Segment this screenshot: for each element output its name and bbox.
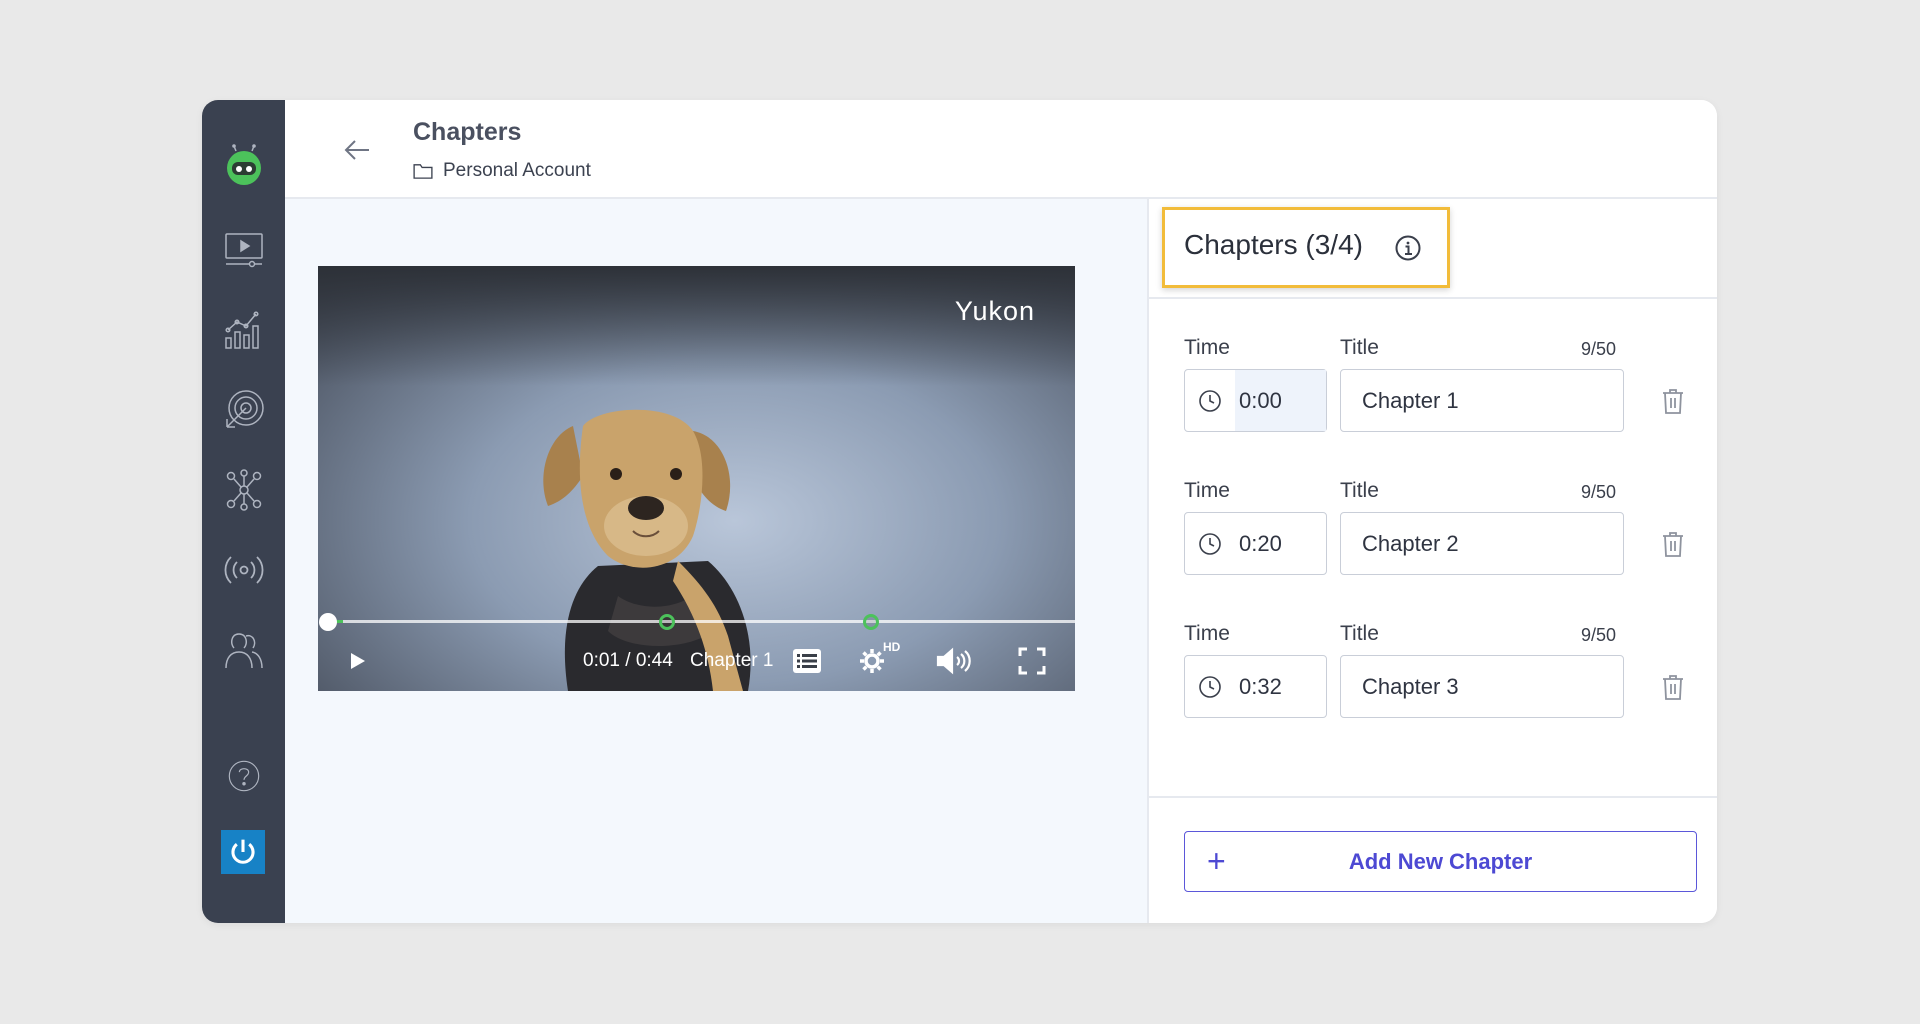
progress-knob[interactable] [319,613,337,631]
delete-chapter-button[interactable] [1658,386,1688,416]
progress-track[interactable] [326,620,1075,623]
folder-icon [413,164,433,179]
chapter-time-input[interactable]: 0:00 [1184,369,1327,432]
info-icon [1395,235,1421,261]
gear-icon [860,649,884,673]
target-icon[interactable] [202,380,285,440]
clock-icon [1199,675,1221,698]
time-label: Time [1184,479,1230,502]
title-label: Title [1340,622,1379,645]
player-controls: 0:01 / 0:44 Chapter 1 HD [318,636,1075,686]
panel-divider [1149,796,1717,798]
chapter-row: Time Title 9/50 0:20 Chapter 2 [1184,479,1704,609]
sidebar [202,100,285,923]
clock-icon [1199,532,1221,555]
integrations-icon[interactable] [202,460,285,520]
time-label: Time [1184,622,1230,645]
trash-icon [1663,532,1683,557]
title-label: Title [1340,479,1379,502]
chapters-list-button[interactable] [793,644,821,678]
fullscreen-button[interactable] [1018,644,1046,678]
fullscreen-icon [1018,647,1046,675]
chapter-marker[interactable] [863,614,880,630]
trash-icon [1663,389,1683,414]
logo-robot-icon[interactable] [202,130,285,200]
volume-icon [936,647,971,675]
delete-chapter-button[interactable] [1658,529,1688,559]
arrow-left-icon [344,140,369,160]
app-window: Chapters Personal Account Yukon 0:01 / 0… [202,100,1717,923]
chapters-count-title: Chapters (3/4) [1184,229,1363,260]
clock-icon [1199,389,1221,412]
live-broadcast-icon[interactable] [202,540,285,600]
video-title: Yukon [954,296,1035,326]
page-header: Chapters Personal Account [285,100,1717,199]
video-area: Yukon 0:01 / 0:44 Chapter 1 HD [285,199,1147,923]
breadcrumb-label: Personal Account [443,160,591,181]
chapter-row: Time Title 9/50 0:32 Chapter 3 [1184,622,1704,752]
title-char-counter: 9/50 [1581,482,1617,502]
title-label: Title [1340,336,1379,359]
title-char-counter: 9/50 [1581,339,1617,359]
info-button[interactable] [1394,234,1422,262]
help-icon[interactable] [202,746,285,806]
video-player[interactable]: Yukon 0:01 / 0:44 Chapter 1 HD [318,266,1075,691]
trash-icon [1663,675,1683,700]
video-library-icon[interactable] [202,220,285,280]
chapter-title-input[interactable]: Chapter 2 [1340,512,1624,575]
list-icon [793,649,821,673]
plus-icon: + [1207,843,1226,879]
chapter-time-input[interactable]: 0:20 [1184,512,1327,575]
add-new-chapter-label: Add New Chapter [1348,848,1533,874]
chapter-title-input[interactable]: Chapter 1 [1340,369,1624,432]
chapter-marker[interactable] [658,614,675,630]
time-label: Time [1184,336,1230,359]
chapter-time-input[interactable]: 0:32 [1184,655,1327,718]
chapters-panel: Chapters (3/4) Time Title 9/50 0:00 Chap… [1147,199,1717,923]
back-button[interactable] [337,130,377,170]
chapter-title-input[interactable]: Chapter 3 [1340,655,1624,718]
add-new-chapter-button[interactable]: + Add New Chapter [1184,831,1697,892]
settings-button[interactable]: HD [858,640,900,678]
chapter-row: Time Title 9/50 0:00 Chapter 1 [1184,336,1704,466]
play-button[interactable] [348,644,368,678]
power-icon[interactable] [221,830,265,874]
hd-badge: HD [883,640,901,654]
users-icon[interactable] [202,620,285,680]
current-chapter-label: Chapter 1 [690,650,774,671]
page-title: Chapters [413,118,522,146]
chapters-panel-header: Chapters (3/4) [1149,199,1717,299]
play-icon [351,653,365,669]
volume-button[interactable] [936,644,976,678]
breadcrumb[interactable]: Personal Account [413,160,591,182]
title-char-counter: 9/50 [1581,625,1617,645]
time-display: 0:01 / 0:44 [583,650,673,671]
analytics-icon[interactable] [202,300,285,360]
delete-chapter-button[interactable] [1658,672,1688,702]
